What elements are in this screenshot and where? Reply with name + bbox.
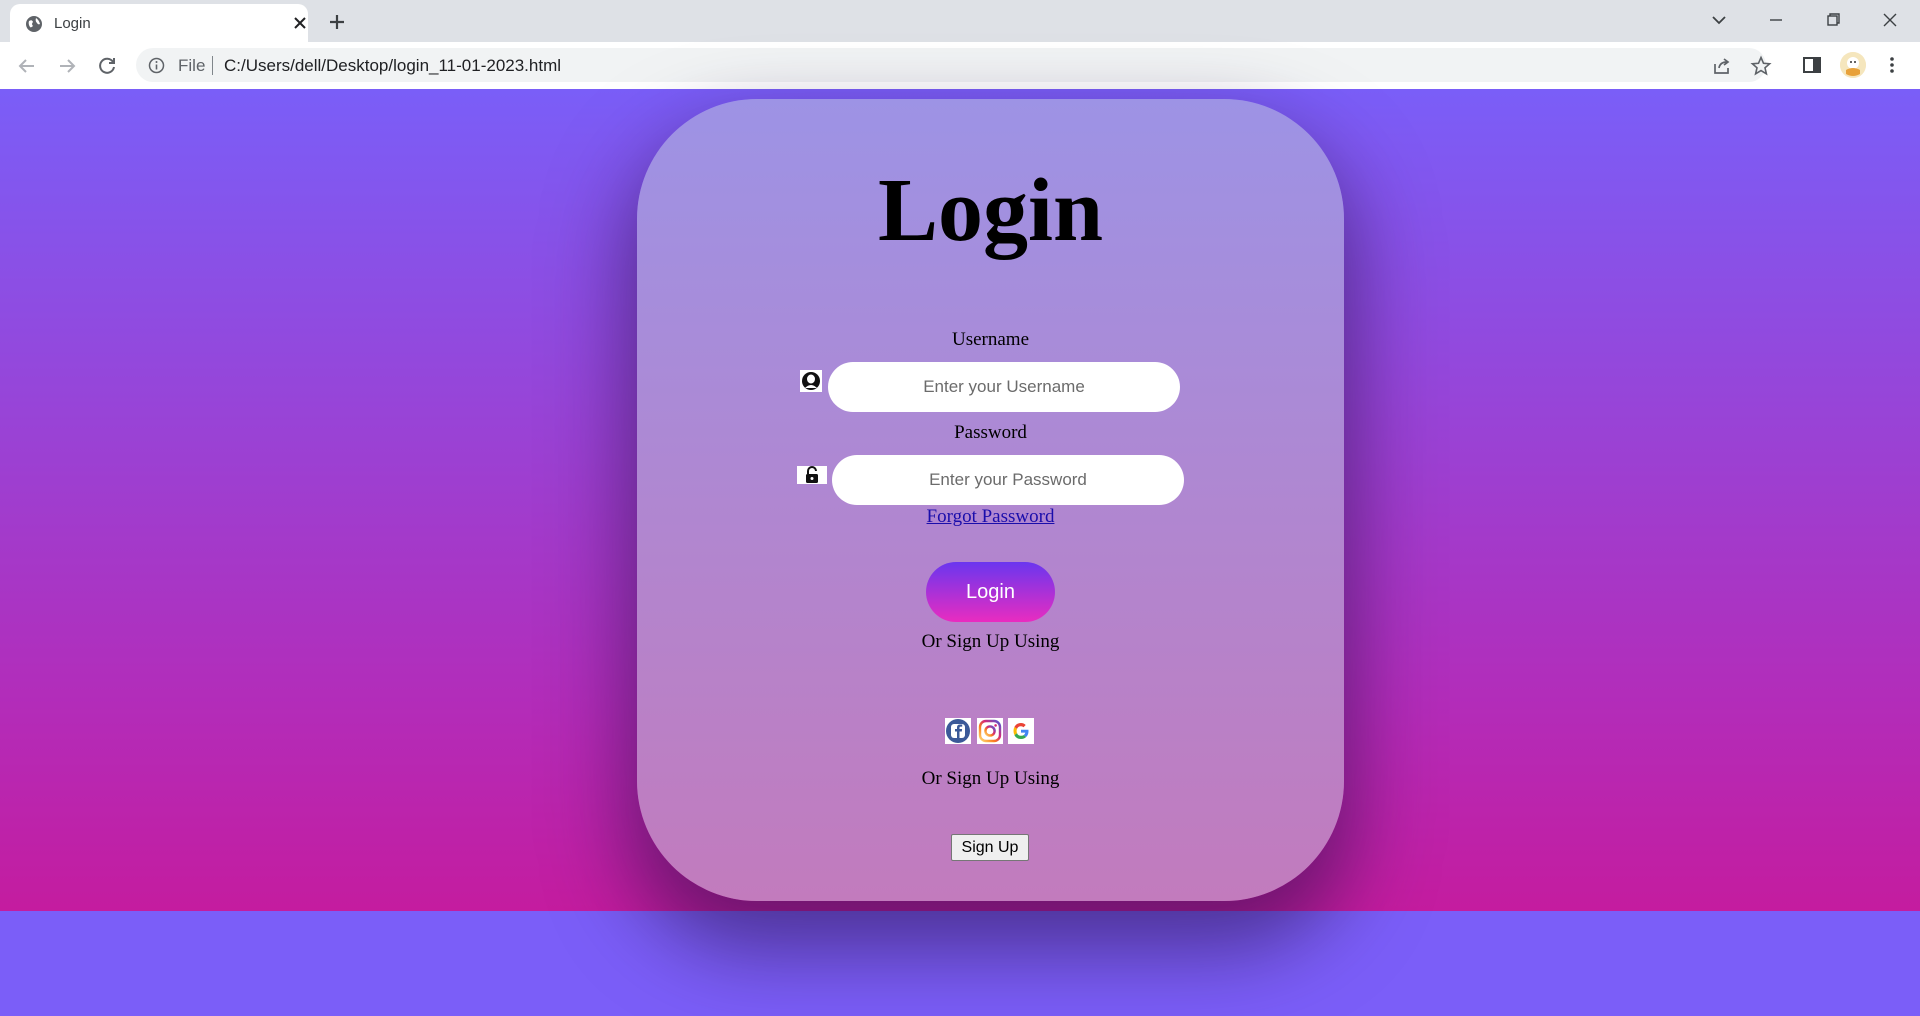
address-separator: [212, 56, 213, 75]
restore-icon[interactable]: [1821, 8, 1845, 32]
back-arrow-icon[interactable]: [14, 53, 40, 79]
lock-icon: [797, 466, 827, 484]
page-viewport: Login Username Password Forgot Password …: [0, 89, 1920, 1016]
url-text[interactable]: C:/Users/dell/Desktop/login_11-01-2023.h…: [224, 56, 561, 76]
browser-tab[interactable]: Login: [10, 4, 308, 42]
profile-avatar[interactable]: [1840, 52, 1866, 78]
password-label: Password: [954, 422, 1027, 443]
share-icon[interactable]: [1711, 55, 1733, 77]
tab-search-chevron-down-icon[interactable]: [1707, 8, 1731, 32]
close-tab-icon[interactable]: [290, 13, 310, 33]
forgot-password-link[interactable]: Forgot Password: [637, 506, 1344, 528]
address-bar[interactable]: File C:/Users/dell/Desktop/login_11-01-2…: [136, 48, 1772, 82]
profile-avatar-icon: [1840, 52, 1866, 78]
password-input[interactable]: [832, 455, 1184, 505]
instagram-icon[interactable]: [977, 718, 1003, 744]
user-icon: [800, 370, 822, 392]
facebook-icon[interactable]: [945, 718, 971, 744]
or-sign-up-text: Or Sign Up Using: [921, 631, 1060, 652]
login-button[interactable]: Login: [926, 562, 1055, 622]
scheme-label: File: [178, 56, 206, 75]
or-sign-up-text-2: Or Sign Up Using: [921, 768, 1060, 789]
browser-toolbar: File C:/Users/dell/Desktop/login_11-01-2…: [0, 42, 1920, 90]
side-panel-icon[interactable]: [1800, 53, 1824, 77]
username-input[interactable]: [828, 362, 1180, 412]
globe-icon: [26, 16, 42, 32]
reload-icon[interactable]: [94, 53, 120, 79]
login-title: Login: [877, 161, 1104, 260]
minimize-icon[interactable]: [1764, 8, 1788, 32]
bookmark-star-icon[interactable]: [1750, 55, 1772, 77]
info-icon[interactable]: [148, 57, 165, 74]
close-window-icon[interactable]: [1878, 8, 1902, 32]
more-menu-icon[interactable]: [1880, 53, 1904, 77]
username-label: Username: [951, 329, 1030, 350]
login-card: Login Username Password Forgot Password …: [637, 99, 1344, 901]
tab-title: Login: [54, 15, 91, 32]
new-tab-icon[interactable]: [325, 10, 349, 34]
forward-arrow-icon[interactable]: [54, 53, 80, 79]
google-icon[interactable]: [1008, 718, 1034, 744]
sign-up-button[interactable]: Sign Up: [951, 834, 1029, 861]
browser-tab-strip: Login: [0, 0, 1920, 42]
